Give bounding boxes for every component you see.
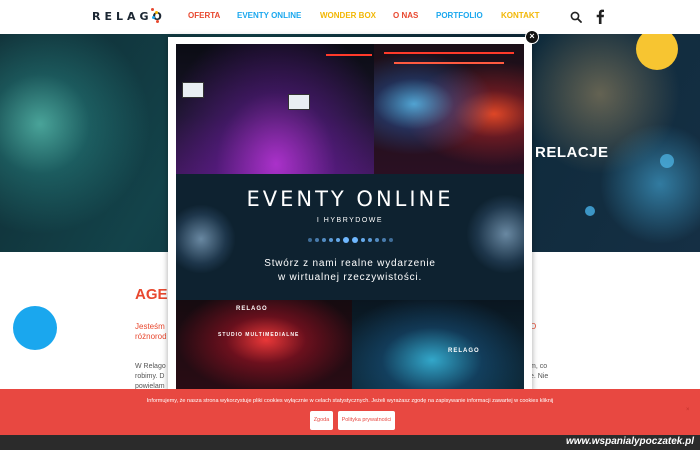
- watermark: www.wspanialypoczatek.pl: [566, 436, 694, 447]
- body-text-right: m, co e. Nie: [530, 362, 570, 382]
- decor-yellow-circle: [636, 28, 678, 70]
- page: RELAGO OFERTA EVENTY ONLINE WONDER BOX O…: [0, 0, 700, 450]
- stage-sign: STUDIO MULTIMEDIALNE: [218, 332, 300, 338]
- popup-close-button[interactable]: ×: [525, 30, 539, 44]
- promo-text-line: w wirtualnej rzeczywistości.: [277, 272, 423, 283]
- cookie-close-icon[interactable]: ×: [686, 407, 690, 413]
- nav-item-kontakt[interactable]: KONTAKT: [501, 11, 540, 20]
- facebook-icon[interactable]: [595, 9, 605, 24]
- stage-logo: RELAGO: [236, 306, 268, 312]
- promo-dots-divider: [308, 237, 398, 244]
- studio-photo: [176, 44, 374, 174]
- cookie-agree-button[interactable]: Zgoda: [310, 411, 333, 430]
- logo-dots-icon: [150, 6, 160, 26]
- site-header: RELAGO OFERTA EVENTY ONLINE WONDER BOX O…: [0, 0, 700, 34]
- promo-title: EVENTY ONLINE: [246, 187, 454, 211]
- decor-light-dot: [660, 154, 674, 168]
- studio-screen: [288, 94, 310, 110]
- section-title: AGE: [135, 286, 168, 303]
- ceiling-light: [394, 62, 504, 64]
- nav-item-eventy-online[interactable]: EVENTY ONLINE: [237, 11, 301, 20]
- nav-item-portfolio[interactable]: PORTFOLIO: [436, 11, 483, 20]
- nav-item-oferta[interactable]: OFERTA: [188, 11, 220, 20]
- search-icon[interactable]: [570, 11, 582, 23]
- stage-logo: RELAGO: [448, 348, 480, 354]
- body-line: e. Nie: [530, 373, 549, 380]
- nav-item-wonder-box[interactable]: WONDER BOX: [320, 11, 376, 20]
- studio-screen: [182, 82, 204, 98]
- body-line: m, co: [530, 363, 548, 370]
- led-wall-photo: [374, 44, 524, 174]
- nav-item-o-nas[interactable]: O NAS: [393, 11, 418, 20]
- promo-popup-image[interactable]: EVENTY ONLINE I HYBRYDOWE Stwórz z nami …: [176, 44, 524, 393]
- promo-popup: EVENTY ONLINE I HYBRYDOWE Stwórz z nami …: [168, 37, 532, 393]
- promo-text: Stwórz z nami realne wydarzenie w wirtua…: [176, 257, 524, 285]
- promo-text-line: Stwórz z nami realne wydarzenie: [264, 258, 436, 269]
- cookie-consent-bar: Informujemy, że nasza strona wykorzystuj…: [0, 389, 700, 435]
- cookie-text: Informujemy, że nasza strona wykorzystuj…: [146, 398, 554, 404]
- privacy-policy-button[interactable]: Polityka prywatności: [338, 411, 395, 430]
- promo-subtitle: I HYBRYDOWE: [316, 217, 384, 224]
- ceiling-light: [326, 54, 372, 56]
- ceiling-light: [384, 52, 514, 54]
- footer-strip: www.wspanialypoczatek.pl: [0, 435, 700, 450]
- hero-heading: RELACJE: [535, 144, 609, 161]
- multimedia-studio-photo: RELAGO STUDIO MULTIMEDIALNE: [176, 300, 352, 393]
- virtual-stage-photo: RELAGO: [352, 300, 524, 393]
- decor-light-dot: [585, 206, 595, 216]
- decor-blue-circle: [13, 306, 57, 350]
